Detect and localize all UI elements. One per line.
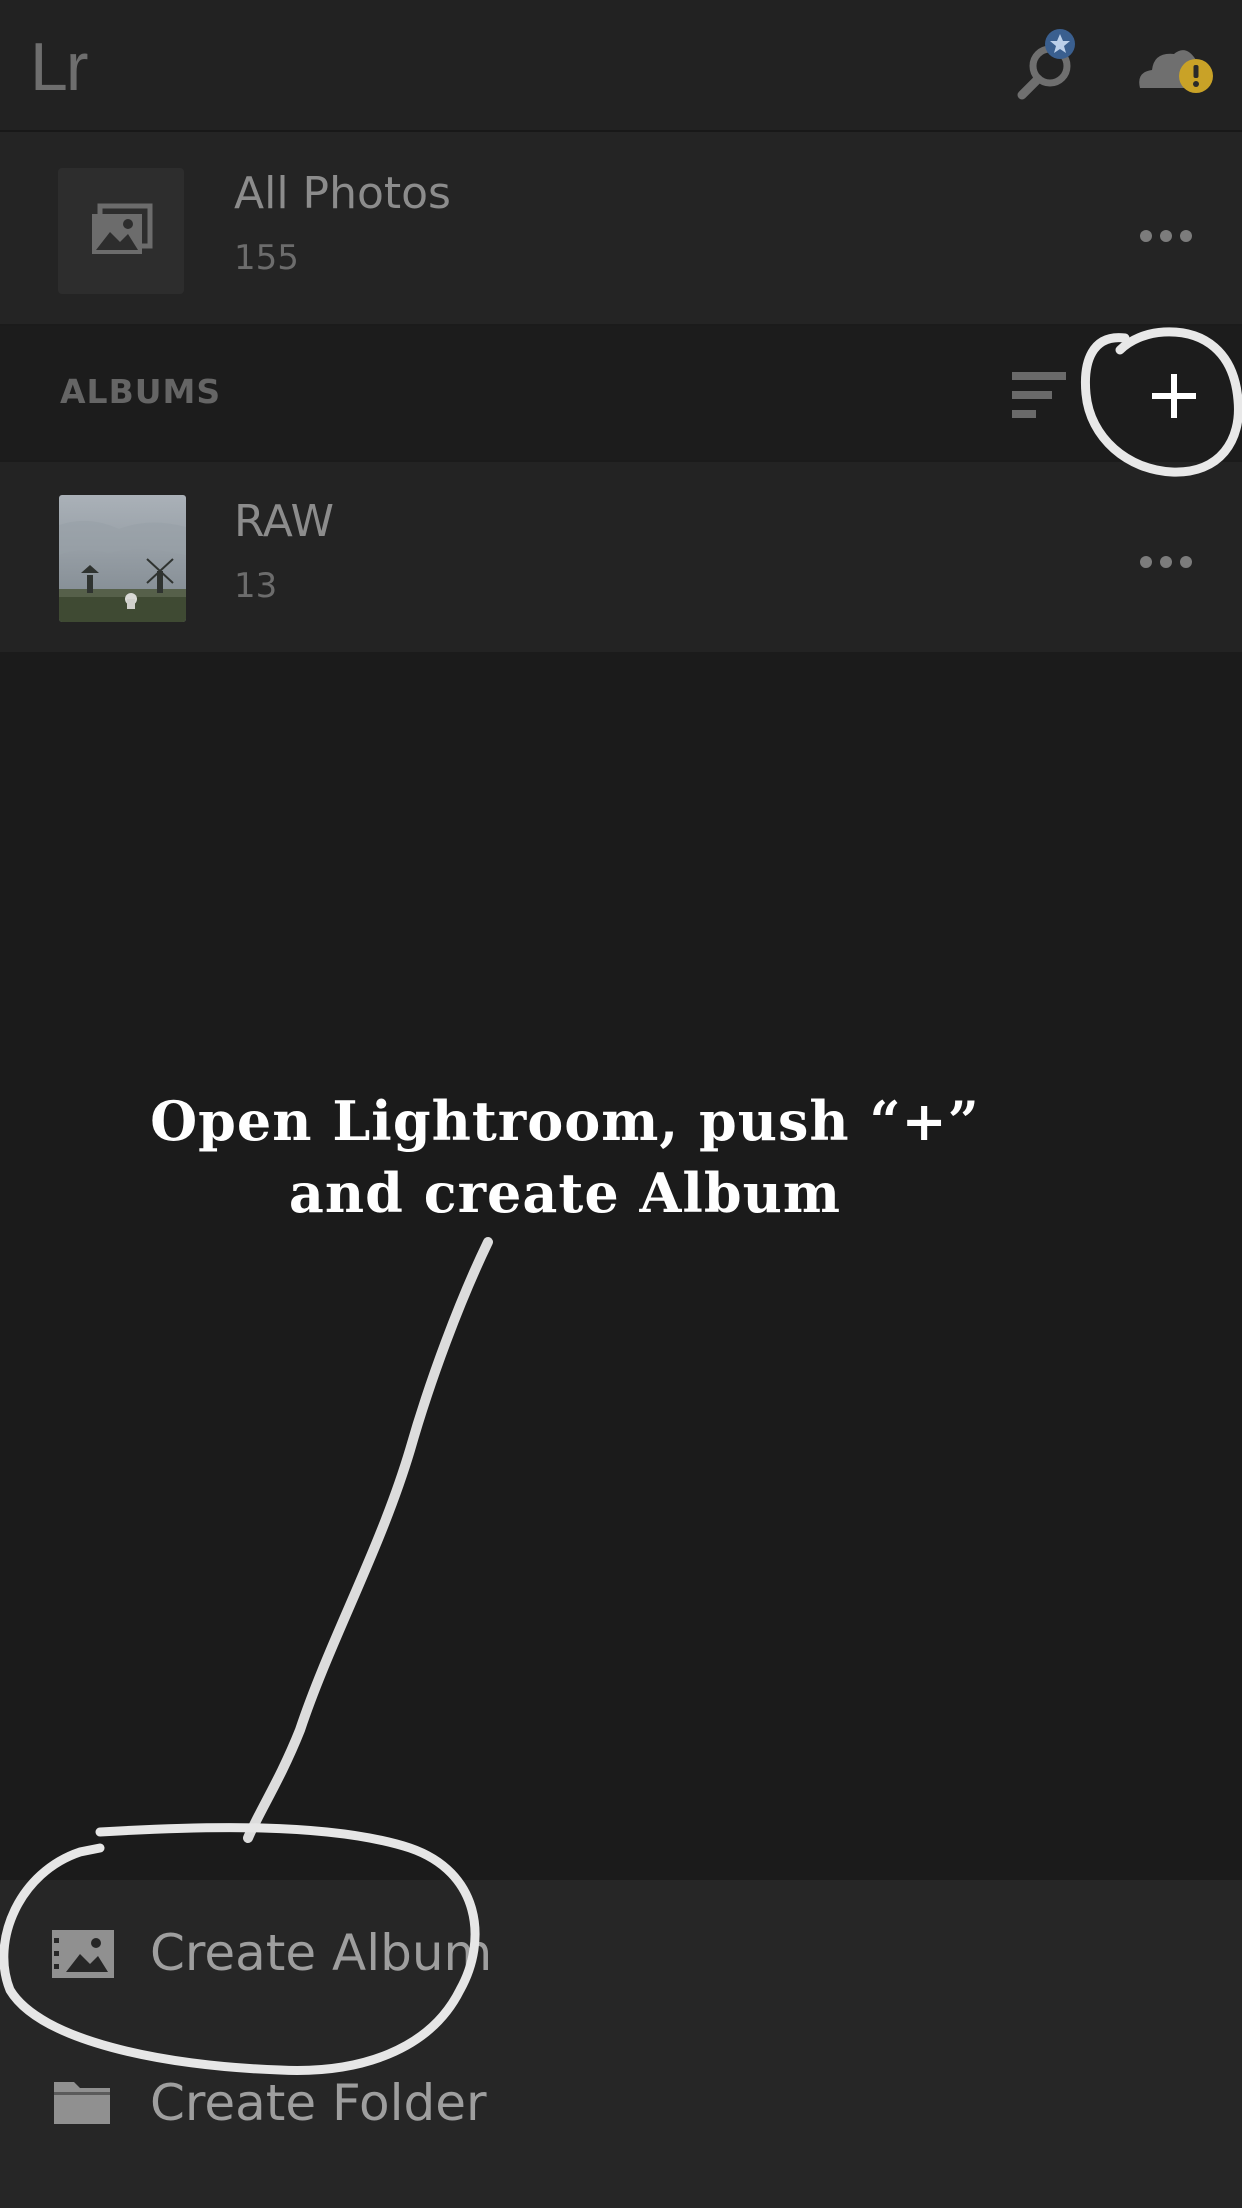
all-photos-title: All Photos <box>234 168 451 219</box>
plus-icon <box>1152 374 1196 418</box>
album-row[interactable]: RAW 13 <box>0 462 1242 652</box>
tutorial-annotation: Open Lightroom, push “+” and create Albu… <box>120 1085 1010 1229</box>
album-title: RAW <box>234 496 334 547</box>
albums-section-header: ALBUMS <box>0 326 1242 460</box>
album-more-button[interactable] <box>1140 552 1200 572</box>
album-count: 13 <box>234 566 278 606</box>
add-button[interactable] <box>1138 360 1210 432</box>
sort-button[interactable] <box>1012 372 1068 418</box>
create-album-label: Create Album <box>150 1924 493 1982</box>
annotation-pointer-line <box>243 1237 493 1843</box>
landscape-thumbnail-image <box>59 495 186 622</box>
annotation-line-1: Open Lightroom, push “+” <box>150 1089 980 1153</box>
cloud-sync-button[interactable] <box>1130 30 1230 110</box>
all-photos-thumbnail <box>58 168 184 294</box>
annotation-line-2: and create Album <box>288 1161 842 1225</box>
all-photos-more-button[interactable] <box>1140 226 1200 246</box>
all-photos-count: 155 <box>234 238 299 278</box>
lightroom-logo: Lr <box>30 29 88 105</box>
photos-stack-icon <box>92 203 153 254</box>
search-star-icon <box>1017 29 1075 100</box>
create-folder-label: Create Folder <box>150 2074 487 2132</box>
search-button[interactable] <box>1010 26 1100 106</box>
album-icon <box>52 1930 114 1978</box>
albums-section-label: ALBUMS <box>60 372 222 411</box>
album-thumbnail <box>59 495 186 622</box>
create-album-item[interactable]: Create Album <box>0 1880 1242 2030</box>
sort-icon <box>1012 372 1066 418</box>
top-bar: Lr <box>0 0 1242 132</box>
create-folder-item[interactable]: Create Folder <box>0 2030 1242 2180</box>
folder-icon <box>54 2082 110 2124</box>
create-menu-sheet: Create Album Create Folder <box>0 1880 1242 2208</box>
cloud-warning-icon <box>1139 50 1213 93</box>
all-photos-row[interactable]: All Photos 155 <box>0 132 1242 324</box>
